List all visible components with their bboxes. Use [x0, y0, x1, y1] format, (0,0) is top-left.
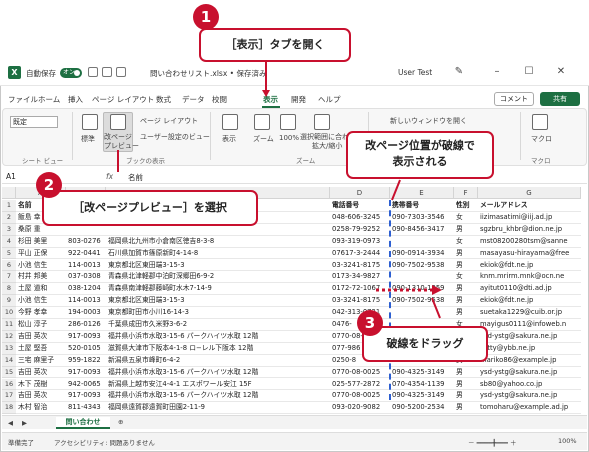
page-break-note-callout: 改ページ位置が破線で 表示される [346, 131, 494, 179]
step-2-badge: 2 [36, 172, 62, 198]
step-2-callout: ［改ページプレビュー］を選択 [42, 190, 258, 226]
step-3-badge: 3 [357, 310, 383, 336]
drag-arrowhead [432, 285, 442, 295]
step-3-callout: 破線をドラッグ [362, 326, 488, 362]
note-arrow [391, 179, 401, 201]
step-1-arrowhead [262, 90, 270, 97]
callout-arrows [117, 60, 442, 319]
step-3-arrow [431, 297, 441, 319]
